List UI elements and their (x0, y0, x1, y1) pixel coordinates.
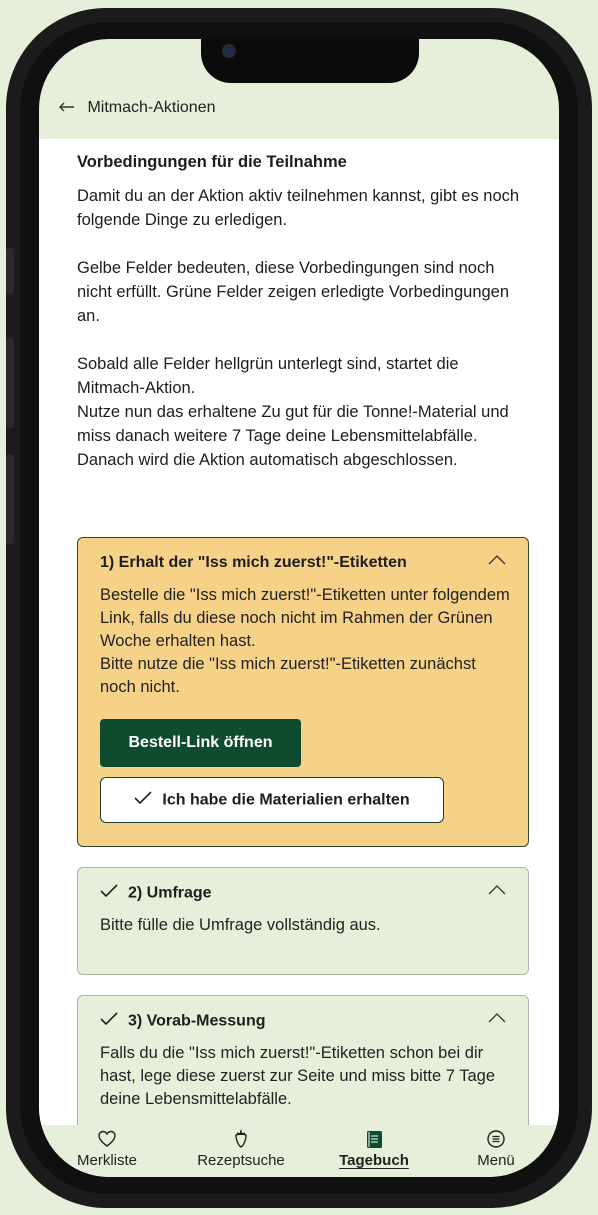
precondition-card-2: 2) Umfrage Bitte fülle die Umfrage volls… (77, 867, 529, 975)
section-title: Vorbedingungen für die Teilnahme (77, 153, 347, 171)
content-scroll[interactable]: Vorbedingungen für die Teilnahme Damit d… (39, 139, 559, 1125)
check-icon (100, 1012, 118, 1031)
check-icon (100, 884, 118, 903)
intro-text: Damit du an der Aktion aktiv teilnehmen … (77, 187, 520, 469)
tab-label: Merkliste (76, 1152, 137, 1169)
check-icon (134, 790, 152, 810)
chevron-up-icon[interactable] (488, 1012, 506, 1024)
top-bar: Mitmach-Aktionen (39, 93, 559, 125)
silent-switch (6, 248, 14, 294)
bottom-tab-bar: Merkliste Rezeptsuche Tagebuch Menü (39, 1125, 559, 1177)
notch (201, 39, 419, 83)
menu-icon (461, 1129, 531, 1151)
volume-up-button (6, 338, 14, 428)
materials-received-label: Ich habe die Materialien erhalten (162, 791, 410, 809)
card-title: 2) Umfrage (100, 884, 212, 903)
app-screen: Mitmach-Aktionen Vorbedingungen für die … (39, 39, 559, 1177)
notebook-icon (329, 1129, 419, 1151)
tab-merkliste[interactable]: Merkliste (67, 1125, 147, 1177)
intro-section: Vorbedingungen für die Teilnahme Damit d… (77, 153, 529, 472)
chevron-up-icon[interactable] (488, 884, 506, 896)
chevron-up-icon[interactable] (488, 554, 506, 566)
tab-label: Rezeptsuche (197, 1152, 285, 1169)
card-body: Bestelle die "Iss mich zuerst!"-Etikette… (100, 586, 510, 696)
tab-menu[interactable]: Menü (461, 1125, 531, 1177)
camera-icon (222, 44, 236, 58)
heart-icon (67, 1129, 147, 1151)
precondition-card-1: 1) Erhalt der "Iss mich zuerst!"-Etikett… (77, 537, 529, 847)
materials-received-button[interactable]: Ich habe die Materialien erhalten (100, 777, 444, 823)
back-arrow-icon (59, 99, 79, 116)
card-title-text: 2) Umfrage (128, 884, 212, 902)
back-label: Mitmach-Aktionen (87, 99, 216, 116)
card-title-text: 3) Vorab-Messung (128, 1012, 266, 1030)
back-link[interactable]: Mitmach-Aktionen (59, 99, 216, 117)
card-title: 1) Erhalt der "Iss mich zuerst!"-Etikett… (100, 554, 407, 571)
volume-down-button (6, 454, 14, 544)
strawberry-icon (187, 1128, 295, 1151)
tab-rezeptsuche[interactable]: Rezeptsuche (187, 1125, 295, 1177)
card-body: Falls du die "Iss mich zuerst!"-Etikette… (100, 1044, 496, 1108)
tab-tagebuch[interactable]: Tagebuch (329, 1125, 419, 1177)
card-body: Bitte fülle die Umfrage vollständig aus. (100, 916, 381, 934)
order-link-button[interactable]: Bestell-Link öffnen (100, 719, 301, 767)
card-title: 3) Vorab-Messung (100, 1012, 266, 1031)
precondition-card-3: 3) Vorab-Messung Falls du die "Iss mich … (77, 995, 529, 1125)
tab-label: Menü (477, 1152, 515, 1169)
tab-label: Tagebuch (339, 1152, 409, 1169)
